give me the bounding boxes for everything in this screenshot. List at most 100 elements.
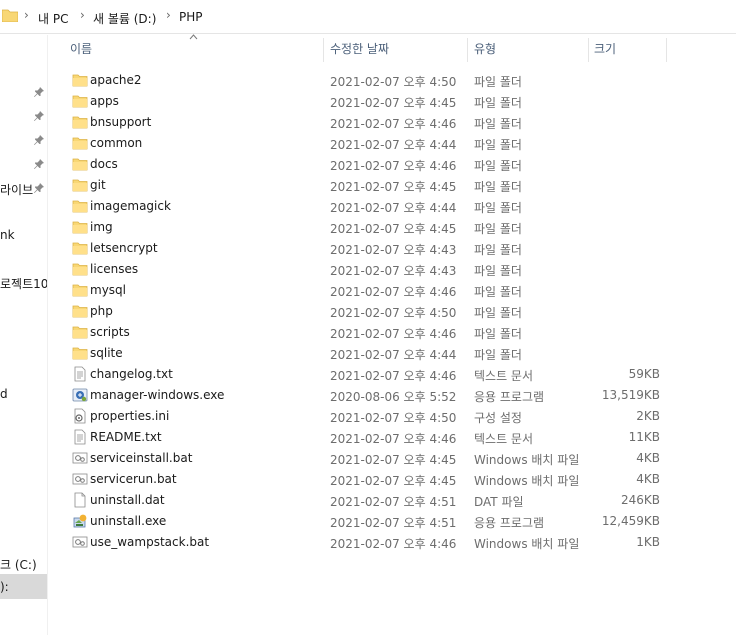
file-type: 파일 폴더 bbox=[474, 348, 522, 362]
column-divider[interactable] bbox=[467, 38, 468, 62]
file-name: README.txt bbox=[90, 430, 162, 444]
file-type: 응용 프로그램 bbox=[474, 516, 545, 530]
file-modified-date: 2021-02-07 오후 4:45 bbox=[330, 222, 457, 236]
nav-item[interactable]: 크 (C:) bbox=[0, 556, 37, 573]
file-modified-date: 2021-02-07 오후 4:46 bbox=[330, 159, 457, 173]
file-size: 59KB bbox=[628, 367, 660, 381]
folder-icon bbox=[2, 9, 18, 22]
file-modified-date: 2021-02-07 오후 4:46 bbox=[330, 117, 457, 131]
file-type: DAT 파일 bbox=[474, 495, 524, 509]
pin-icon bbox=[33, 86, 45, 98]
file-type: 파일 폴더 bbox=[474, 96, 522, 110]
folder-icon bbox=[72, 345, 88, 361]
file-type: 파일 폴더 bbox=[474, 285, 522, 299]
file-name: img bbox=[90, 220, 113, 234]
blank-file-icon bbox=[72, 492, 88, 508]
file-row[interactable]: README.txt 2021-02-07 오후 4:46 텍스트 문서 11KB bbox=[64, 427, 664, 448]
folder-icon bbox=[72, 198, 88, 214]
chevron-right-icon[interactable]: › bbox=[80, 8, 85, 22]
file-type: 구성 설정 bbox=[474, 411, 522, 425]
file-type: 파일 폴더 bbox=[474, 159, 522, 173]
batch-file-icon bbox=[72, 471, 88, 487]
file-type: 텍스트 문서 bbox=[474, 432, 534, 446]
folder-icon bbox=[72, 282, 88, 298]
file-type: 파일 폴더 bbox=[474, 117, 522, 131]
column-header-name[interactable]: 이름 bbox=[70, 40, 92, 62]
folder-icon bbox=[72, 303, 88, 319]
breadcrumb-item-php[interactable]: PHP bbox=[179, 10, 203, 24]
file-row[interactable]: use_wampstack.bat 2021-02-07 오후 4:46 Windo… bbox=[64, 532, 664, 553]
file-type: Windows 배치 파일 bbox=[474, 453, 580, 467]
file-row[interactable]: apps 2021-02-07 오후 4:45 파일 폴더 bbox=[64, 91, 664, 112]
file-row[interactable]: common 2021-02-07 오후 4:44 파일 폴더 bbox=[64, 133, 664, 154]
file-name: common bbox=[90, 136, 143, 150]
file-row[interactable]: sqlite 2021-02-07 오후 4:44 파일 폴더 bbox=[64, 343, 664, 364]
file-row[interactable]: php 2021-02-07 오후 4:50 파일 폴더 bbox=[64, 301, 664, 322]
navigation-pane[interactable]: 라이브 nk 로젝트100 d 크 (C:)): bbox=[0, 35, 48, 635]
file-name: changelog.txt bbox=[90, 367, 173, 381]
file-name: sqlite bbox=[90, 346, 123, 360]
file-modified-date: 2021-02-07 오후 4:46 bbox=[330, 537, 457, 551]
file-type: 파일 폴더 bbox=[474, 201, 522, 215]
file-modified-date: 2021-02-07 오후 4:46 bbox=[330, 327, 457, 341]
column-header-type[interactable]: 유형 bbox=[474, 40, 496, 62]
column-divider[interactable] bbox=[588, 38, 589, 62]
file-row[interactable]: letsencrypt 2021-02-07 오후 4:43 파일 폴더 bbox=[64, 238, 664, 259]
file-modified-date: 2021-02-07 오후 4:50 bbox=[330, 306, 457, 320]
column-header-size[interactable]: 크기 bbox=[594, 40, 616, 62]
nav-item[interactable]: ): bbox=[0, 580, 9, 594]
text-file-icon bbox=[72, 429, 88, 445]
file-size: 2KB bbox=[636, 409, 660, 423]
breadcrumb-item-this-pc[interactable]: 내 PC bbox=[38, 10, 68, 27]
file-row[interactable]: properties.ini 2021-02-07 오후 4:50 구성 설정 2KB bbox=[64, 406, 664, 427]
file-row[interactable]: servicerun.bat 2021-02-07 오후 4:45 Windows … bbox=[64, 469, 664, 490]
file-row[interactable]: manager-windows.exe 2020-08-06 오후 5:52 응용 … bbox=[64, 385, 664, 406]
file-size: 12,459KB bbox=[601, 514, 660, 528]
chevron-right-icon[interactable]: › bbox=[166, 8, 171, 22]
file-row[interactable]: docs 2021-02-07 오후 4:46 파일 폴더 bbox=[64, 154, 664, 175]
nav-item[interactable]: d bbox=[0, 387, 8, 401]
file-size: 13,519KB bbox=[601, 388, 660, 402]
file-row[interactable]: licenses 2021-02-07 오후 4:43 파일 폴더 bbox=[64, 259, 664, 280]
file-type: 파일 폴더 bbox=[474, 306, 522, 320]
file-modified-date: 2021-02-07 오후 4:43 bbox=[330, 243, 457, 257]
file-row[interactable]: apache2 2021-02-07 오후 4:50 파일 폴더 bbox=[64, 70, 664, 91]
column-divider[interactable] bbox=[666, 38, 667, 62]
batch-file-icon bbox=[72, 534, 88, 550]
file-name: letsencrypt bbox=[90, 241, 158, 255]
nav-item[interactable]: nk bbox=[0, 228, 15, 242]
column-header-date[interactable]: 수정한 날짜 bbox=[330, 40, 389, 62]
folder-icon bbox=[72, 219, 88, 235]
file-type: 파일 폴더 bbox=[474, 264, 522, 278]
file-row[interactable]: changelog.txt 2021-02-07 오후 4:46 텍스트 문서 59K… bbox=[64, 364, 664, 385]
file-row[interactable]: uninstall.exe 2021-02-07 오후 4:51 응용 프로그램 12… bbox=[64, 511, 664, 532]
file-name: php bbox=[90, 304, 113, 318]
file-name: mysql bbox=[90, 283, 126, 297]
file-name: servicerun.bat bbox=[90, 472, 177, 486]
nav-item[interactable]: 라이브 bbox=[0, 181, 33, 198]
folder-icon bbox=[72, 72, 88, 88]
file-row[interactable]: uninstall.dat 2021-02-07 오후 4:51 DAT 파일 246… bbox=[64, 490, 664, 511]
file-row[interactable]: imagemagick 2021-02-07 오후 4:44 파일 폴더 bbox=[64, 196, 664, 217]
file-type: Windows 배치 파일 bbox=[474, 537, 580, 551]
batch-file-icon bbox=[72, 450, 88, 466]
file-name: docs bbox=[90, 157, 118, 171]
file-row[interactable]: serviceinstall.bat 2021-02-07 오후 4:45 Wind… bbox=[64, 448, 664, 469]
file-modified-date: 2021-02-07 오후 4:46 bbox=[330, 369, 457, 383]
file-row[interactable]: bnsupport 2021-02-07 오후 4:46 파일 폴더 bbox=[64, 112, 664, 133]
file-modified-date: 2021-02-07 오후 4:45 bbox=[330, 453, 457, 467]
folder-icon bbox=[72, 156, 88, 172]
file-row[interactable]: scripts 2021-02-07 오후 4:46 파일 폴더 bbox=[64, 322, 664, 343]
file-modified-date: 2021-02-07 오후 4:44 bbox=[330, 201, 457, 215]
chevron-right-icon[interactable]: › bbox=[24, 8, 29, 22]
address-bar[interactable]: › 내 PC › 새 볼륨 (D:) › PHP bbox=[0, 0, 736, 34]
settings-file-icon bbox=[72, 408, 88, 424]
column-divider[interactable] bbox=[323, 38, 324, 62]
nav-item[interactable]: 로젝트100 bbox=[0, 275, 47, 292]
file-row[interactable]: img 2021-02-07 오후 4:45 파일 폴더 bbox=[64, 217, 664, 238]
file-name: uninstall.dat bbox=[90, 493, 165, 507]
file-modified-date: 2020-08-06 오후 5:52 bbox=[330, 390, 457, 404]
file-row[interactable]: mysql 2021-02-07 오후 4:46 파일 폴더 bbox=[64, 280, 664, 301]
breadcrumb-item-drive[interactable]: 새 볼륨 (D:) bbox=[93, 10, 156, 27]
file-row[interactable]: git 2021-02-07 오후 4:45 파일 폴더 bbox=[64, 175, 664, 196]
